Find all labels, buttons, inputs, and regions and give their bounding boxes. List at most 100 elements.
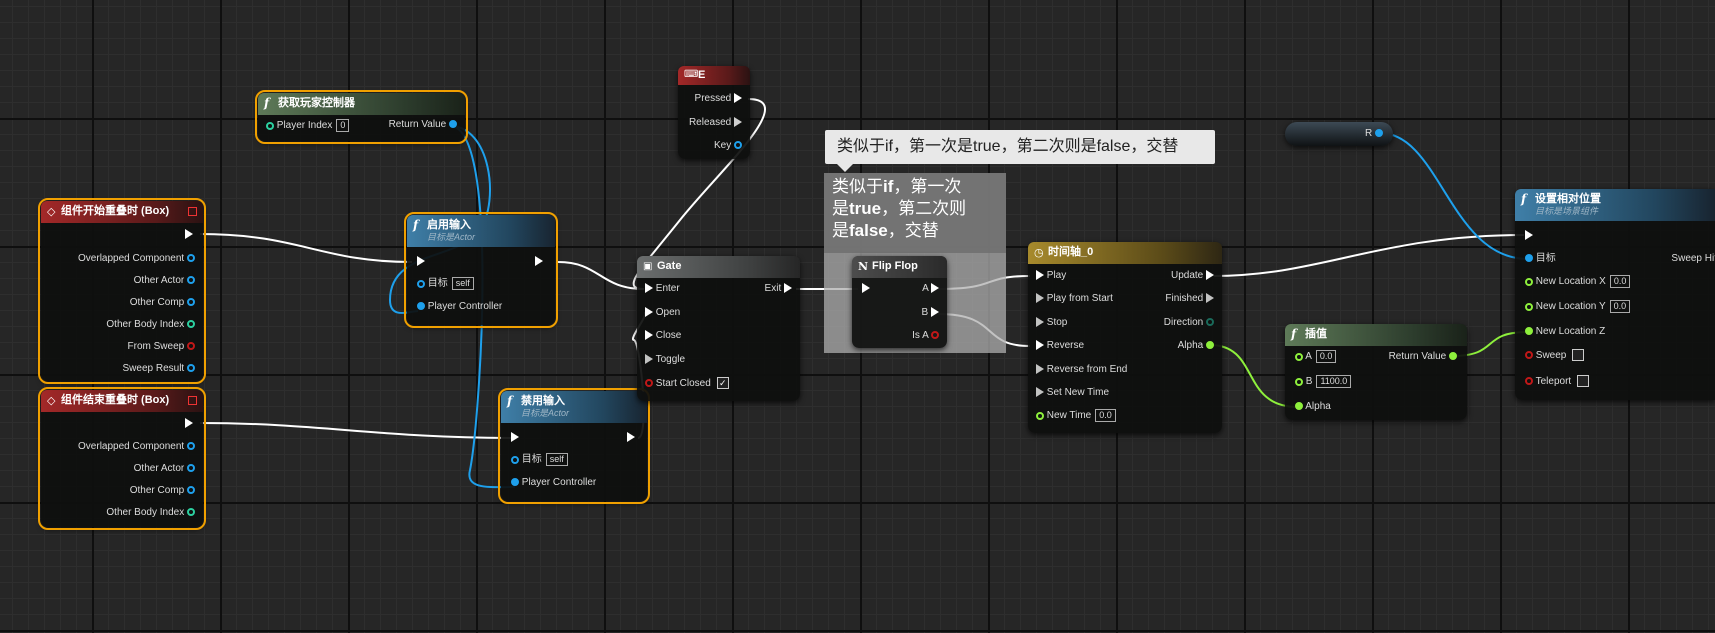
- pin-open[interactable]: Open: [645, 306, 680, 320]
- exec-pin-icon: [645, 307, 653, 318]
- node-enable-input[interactable]: f 启用输入 目标是Actor 目标 self Player Controller: [404, 212, 558, 328]
- pin-stop[interactable]: Stop: [1036, 316, 1067, 330]
- wire-exec: [1213, 234, 1525, 277]
- teleport-checkbox[interactable]: [1577, 375, 1590, 388]
- pin-released[interactable]: Released: [689, 116, 742, 130]
- node-gate[interactable]: ▣ Gate Enter Exit Open Close Toggle Start…: [637, 256, 800, 401]
- node-end-overlap[interactable]: ◇ 组件结束重叠时 (Box) Overlapped Component Othe…: [38, 387, 206, 530]
- pin-b[interactable]: B: [922, 306, 939, 320]
- node-set-relative-location[interactable]: f 设置相对位置 目标是场景组件 目标 Sweep Hit New Location…: [1515, 189, 1715, 400]
- exec-out-pin[interactable]: [627, 431, 635, 445]
- pin-label: Overlapped Component: [78, 253, 185, 264]
- pin-overlapped-component[interactable]: Overlapped Component: [78, 440, 195, 454]
- pin-update[interactable]: Update: [1171, 269, 1214, 283]
- pin-sweep-result[interactable]: Sweep Result: [123, 362, 195, 376]
- pin-from-sweep[interactable]: From Sweep: [128, 340, 195, 354]
- pin-other-body-index[interactable]: Other Body Index: [106, 506, 195, 520]
- sweep-checkbox[interactable]: [1572, 349, 1585, 362]
- node-get-player-controller[interactable]: f 获取玩家控制器 Player Index 0 Return Value: [255, 90, 468, 144]
- exec-in-pin[interactable]: [511, 431, 519, 445]
- pin-a[interactable]: A: [922, 282, 939, 296]
- pin-other-actor[interactable]: Other Actor: [134, 462, 195, 476]
- pin-new-location-z[interactable]: New Location Z: [1525, 325, 1605, 339]
- node-disable-input[interactable]: f 禁用输入 目标是Actor 目标 self Player Controller: [498, 388, 650, 504]
- start-closed-checkbox[interactable]: ✓: [716, 377, 729, 390]
- exec-pin-icon: [535, 256, 543, 267]
- pin-other-comp[interactable]: Other Comp: [130, 484, 195, 498]
- pin-reverse[interactable]: Reverse: [1036, 339, 1084, 353]
- pin-return-value[interactable]: Return Value: [389, 118, 457, 132]
- pin-is-a[interactable]: Is A: [912, 329, 939, 343]
- node-header: ◷ 时间轴_0: [1028, 242, 1222, 264]
- exec-in-pin[interactable]: [417, 255, 425, 269]
- delegate-pin-icon[interactable]: [188, 207, 197, 216]
- pin-other-comp[interactable]: Other Comp: [130, 296, 195, 310]
- pin-sweep-hit[interactable]: Sweep Hit: [1671, 252, 1715, 266]
- pin-other-actor[interactable]: Other Actor: [134, 274, 195, 288]
- function-icon: f: [264, 96, 270, 110]
- pin-label: Toggle: [655, 354, 686, 365]
- pin-alpha[interactable]: Alpha: [1295, 400, 1331, 414]
- pin-key[interactable]: Key: [714, 139, 742, 153]
- exec-pin-icon: [185, 418, 193, 429]
- pin-play-from-start[interactable]: Play from Start: [1036, 292, 1113, 306]
- node-key-e[interactable]: ⌨ E Pressed Released Key: [678, 66, 750, 159]
- pin-other-body-index[interactable]: Other Body Index: [106, 318, 195, 332]
- function-icon: f: [507, 394, 513, 408]
- pin-play[interactable]: Play: [1036, 269, 1066, 283]
- location-x-input[interactable]: 0.0: [1609, 275, 1631, 288]
- pin-target[interactable]: 目标 self: [511, 453, 568, 467]
- exec-out-pin[interactable]: [185, 417, 193, 431]
- pin-pressed[interactable]: Pressed: [695, 92, 742, 106]
- pin-return-value[interactable]: Return Value: [1389, 350, 1457, 364]
- object-pin-icon: [417, 279, 425, 288]
- pin-set-new-time[interactable]: Set New Time: [1036, 386, 1109, 400]
- delegate-pin-icon[interactable]: [188, 396, 197, 405]
- location-y-input[interactable]: 0.0: [1609, 300, 1631, 313]
- exec-in-pin[interactable]: [862, 282, 870, 296]
- node-title: 禁用输入: [521, 395, 565, 407]
- pin-target[interactable]: 目标: [1525, 252, 1556, 266]
- node-header: N Flip Flop: [852, 256, 947, 278]
- pin-new-location-y[interactable]: New Location Y 0.0: [1525, 300, 1631, 314]
- pin-player-index[interactable]: Player Index 0: [266, 119, 350, 133]
- pin-a[interactable]: A 0.0: [1295, 350, 1337, 364]
- pin-direction[interactable]: Direction: [1164, 316, 1214, 330]
- bool-pin-icon: [187, 342, 195, 351]
- new-time-input[interactable]: 0.0: [1095, 409, 1116, 422]
- pin-r[interactable]: R: [1365, 127, 1383, 141]
- pin-label: Direction: [1163, 317, 1204, 328]
- object-pin-icon: [1525, 254, 1533, 263]
- pin-b[interactable]: B 1100.0: [1295, 375, 1352, 389]
- exec-out-pin[interactable]: [535, 255, 543, 269]
- pin-new-time[interactable]: New Time 0.0: [1036, 409, 1116, 423]
- pin-close[interactable]: Close: [645, 329, 681, 343]
- exec-out-pin[interactable]: [185, 228, 193, 242]
- exec-pin-icon: [1036, 387, 1044, 398]
- pin-enter[interactable]: Enter: [645, 282, 680, 296]
- pin-new-location-x[interactable]: New Location X 0.0: [1525, 275, 1631, 289]
- exec-in-pin[interactable]: [1525, 229, 1533, 243]
- comment-text: 是: [832, 199, 849, 218]
- pin-finished[interactable]: Finished: [1165, 292, 1214, 306]
- pin-exit[interactable]: Exit: [765, 282, 792, 296]
- node-begin-overlap[interactable]: ◇ 组件开始重叠时 (Box) Overlapped Component Othe…: [38, 198, 206, 384]
- node-flip-flop[interactable]: N Flip Flop A B Is A: [852, 256, 947, 348]
- player-index-input[interactable]: 0: [336, 119, 350, 132]
- pin-reverse-from-end[interactable]: Reverse from End: [1036, 363, 1127, 377]
- pin-player-controller[interactable]: Player Controller: [417, 300, 502, 314]
- pin-start-closed[interactable]: Start Closed ✓: [645, 377, 729, 391]
- pin-player-controller[interactable]: Player Controller: [511, 476, 596, 490]
- node-variable-r[interactable]: R: [1285, 122, 1393, 146]
- pin-teleport[interactable]: Teleport: [1525, 375, 1590, 389]
- pin-label: New Time: [1046, 410, 1092, 422]
- pin-toggle[interactable]: Toggle: [645, 353, 685, 367]
- b-value-input[interactable]: 1100.0: [1316, 375, 1352, 388]
- pin-target[interactable]: 目标 self: [417, 277, 474, 291]
- pin-alpha[interactable]: Alpha: [1178, 339, 1214, 353]
- pin-overlapped-component[interactable]: Overlapped Component: [78, 252, 195, 266]
- node-timeline[interactable]: ◷ 时间轴_0 Play Play from Start Stop Reverse…: [1028, 242, 1222, 433]
- pin-sweep[interactable]: Sweep: [1525, 349, 1585, 363]
- node-lerp[interactable]: f 插值 A 0.0 B 1100.0 Alpha Return Value: [1285, 324, 1467, 420]
- a-value-input[interactable]: 0.0: [1315, 350, 1337, 363]
